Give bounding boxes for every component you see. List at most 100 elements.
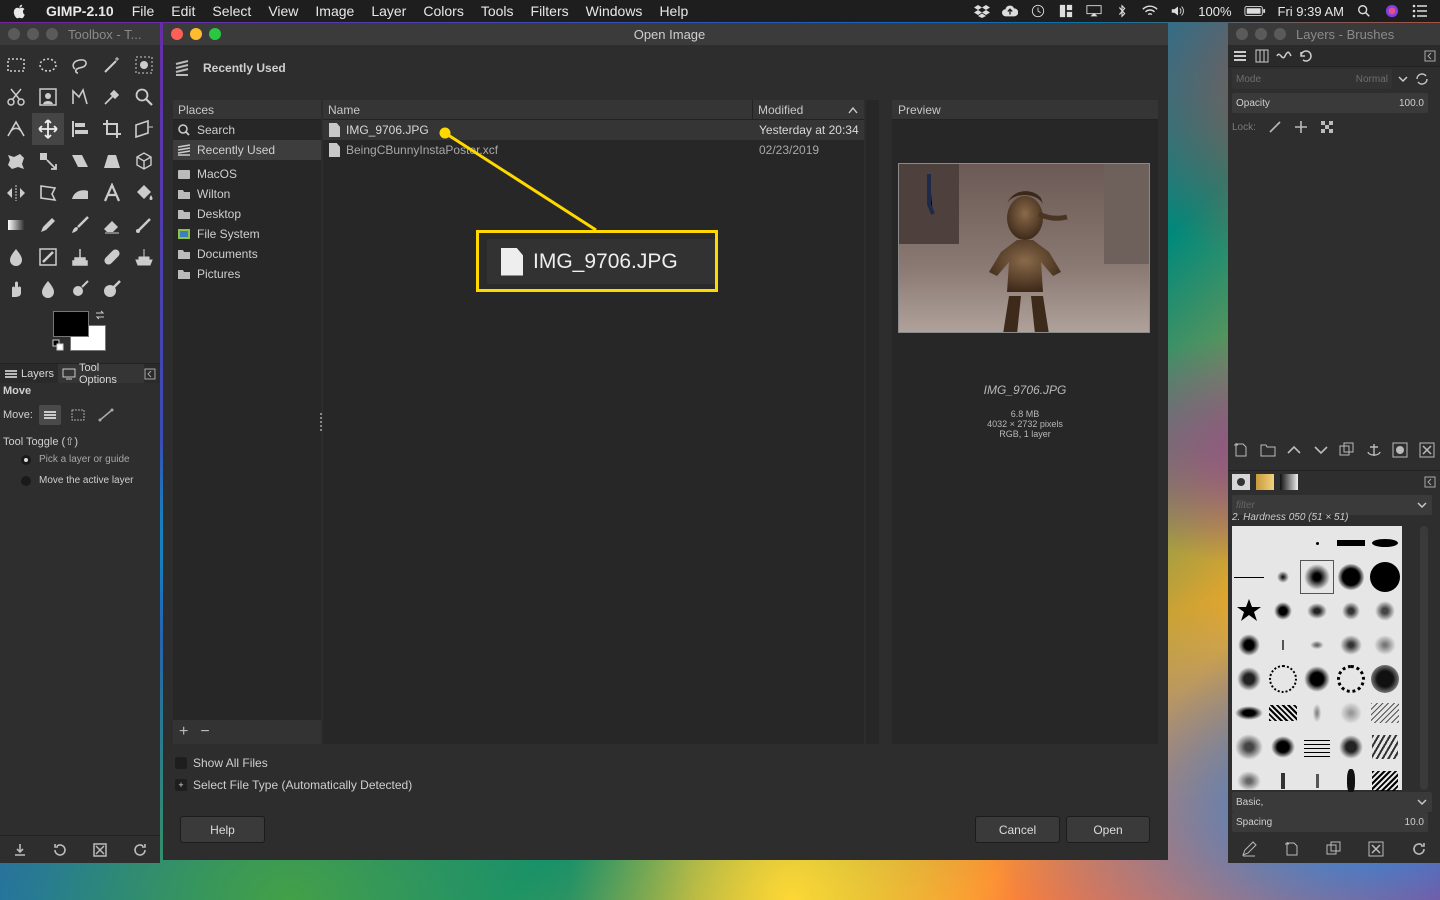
tab-layers[interactable]: Layers	[0, 368, 58, 380]
tab-tool-options[interactable]: Tool Options	[58, 362, 145, 386]
brush-item[interactable]	[1300, 696, 1334, 730]
foreground-color-swatch[interactable]	[53, 311, 89, 337]
layers-window-controls[interactable]	[1236, 28, 1286, 40]
delete-options-icon[interactable]	[92, 842, 108, 858]
toolbox-window-controls[interactable]	[8, 28, 58, 40]
radio-pick-layer[interactable]: Pick a layer or guide	[21, 454, 157, 465]
measure-icon[interactable]	[0, 113, 32, 145]
raise-layer-icon[interactable]	[1286, 442, 1302, 458]
add-bookmark-icon[interactable]: +	[179, 723, 188, 741]
smudge-icon[interactable]	[0, 273, 32, 305]
fuzzy-select-icon[interactable]	[96, 49, 128, 81]
place-recently-used[interactable]: Recently Used	[173, 140, 321, 160]
configure-tab-icon[interactable]	[1424, 50, 1436, 62]
restore-options-icon[interactable]	[52, 842, 68, 858]
lock-alpha-icon[interactable]	[1320, 120, 1334, 134]
menu-tools[interactable]: Tools	[481, 3, 514, 19]
edit-brush-icon[interactable]	[1241, 841, 1257, 857]
brush-item[interactable]	[1334, 662, 1368, 696]
brush-item[interactable]	[1266, 628, 1300, 662]
brush-item[interactable]	[1368, 696, 1402, 730]
brush-item[interactable]	[1300, 526, 1334, 560]
mask-layer-icon[interactable]	[1392, 442, 1408, 458]
brush-item[interactable]	[1334, 628, 1368, 662]
brush-item[interactable]	[1232, 628, 1266, 662]
brush-item[interactable]	[1232, 594, 1266, 628]
color-picker-icon[interactable]	[96, 81, 128, 113]
brush-item[interactable]	[1334, 696, 1368, 730]
reset-options-icon[interactable]	[132, 842, 148, 858]
siri-icon[interactable]	[1384, 4, 1400, 18]
crop-icon[interactable]	[96, 113, 128, 145]
radio-pick-layer-dot[interactable]	[21, 454, 31, 465]
cancel-button[interactable]: Cancel	[975, 816, 1060, 843]
move-tool-icon[interactable]	[32, 113, 64, 145]
foreground-select-icon[interactable]	[32, 81, 64, 113]
help-button[interactable]: Help	[180, 816, 265, 843]
warp-icon[interactable]	[64, 177, 96, 209]
mypaint-brush-icon[interactable]	[32, 241, 64, 273]
pencil-icon[interactable]	[32, 209, 64, 241]
3d-transform-icon[interactable]	[128, 145, 160, 177]
dialog-titlebar[interactable]: Open Image	[163, 23, 1168, 45]
select-file-type-expander[interactable]: + Select File Type (Automatically Detect…	[175, 778, 412, 792]
menu-layer[interactable]: Layer	[371, 3, 406, 19]
heal-icon[interactable]	[96, 241, 128, 273]
menu-edit[interactable]: Edit	[171, 3, 195, 19]
brush-item[interactable]	[1266, 594, 1300, 628]
place-search[interactable]: Search	[173, 120, 321, 140]
battery-icon[interactable]	[1243, 4, 1266, 18]
dodge-burn-icon[interactable]	[64, 273, 96, 305]
chevron-down-icon[interactable]	[1396, 72, 1410, 86]
brush-item[interactable]	[1368, 730, 1402, 764]
duplicate-layer-icon[interactable]	[1339, 442, 1355, 458]
zoom-icon[interactable]	[128, 81, 160, 113]
brush-item[interactable]	[1300, 628, 1334, 662]
layers-tab-icon[interactable]	[1232, 48, 1248, 64]
grid-app-icon[interactable]	[1058, 4, 1074, 18]
brush-item[interactable]	[1232, 662, 1266, 696]
ellipse-select-icon[interactable]	[32, 49, 64, 81]
lower-layer-icon[interactable]	[1313, 442, 1329, 458]
bucket-fill-icon[interactable]	[128, 177, 160, 209]
brush-item[interactable]	[1368, 560, 1402, 594]
brush-item-selected[interactable]	[1300, 560, 1334, 594]
place-desktop[interactable]: Desktop	[173, 204, 321, 224]
column-modified[interactable]: Modified	[753, 100, 864, 119]
brush-item[interactable]	[1266, 560, 1300, 594]
cage-transform-icon[interactable]	[32, 177, 64, 209]
scissors-icon[interactable]	[0, 81, 32, 113]
brush-item[interactable]	[1368, 594, 1402, 628]
text-tool-icon[interactable]	[96, 177, 128, 209]
column-name[interactable]: Name	[323, 100, 753, 119]
configure-tab-icon[interactable]	[1424, 476, 1436, 488]
paths-icon[interactable]	[64, 81, 96, 113]
brush-item[interactable]	[1334, 526, 1368, 560]
patterns-tab-icon[interactable]	[1256, 473, 1274, 490]
location-bar[interactable]: Recently Used	[173, 59, 286, 77]
place-macos[interactable]: MacOS	[173, 164, 321, 184]
warp-transform-icon[interactable]	[0, 145, 32, 177]
brush-set-select[interactable]: Basic,	[1232, 792, 1432, 812]
show-all-files-checkbox[interactable]: Show All Files	[175, 756, 412, 770]
brush-item[interactable]	[1334, 560, 1368, 594]
toolbox-titlebar[interactable]: Toolbox - T...	[0, 23, 160, 45]
notification-center-icon[interactable]	[1412, 4, 1428, 18]
move-selection-mode-icon[interactable]	[67, 405, 89, 425]
brush-item[interactable]	[1266, 696, 1300, 730]
rect-select-icon[interactable]	[0, 49, 32, 81]
brush-item[interactable]	[1368, 662, 1402, 696]
gradients-tab-icon[interactable]	[1280, 473, 1298, 490]
paintbrush-icon[interactable]	[64, 209, 96, 241]
lasso-icon[interactable]	[64, 49, 96, 81]
menu-clock[interactable]: Fri 9:39 AM	[1278, 4, 1344, 19]
select-by-color-icon[interactable]	[128, 49, 160, 81]
delete-brush-icon[interactable]	[1368, 841, 1384, 857]
pane-resize-handle[interactable]	[320, 413, 322, 431]
default-colors-icon[interactable]	[52, 339, 64, 351]
wifi-icon[interactable]	[1142, 4, 1158, 18]
brush-item[interactable]	[1232, 560, 1266, 594]
place-pictures[interactable]: Pictures	[173, 264, 321, 284]
chevron-down-icon[interactable]	[1416, 796, 1428, 808]
move-layer-mode-icon[interactable]	[38, 405, 61, 425]
